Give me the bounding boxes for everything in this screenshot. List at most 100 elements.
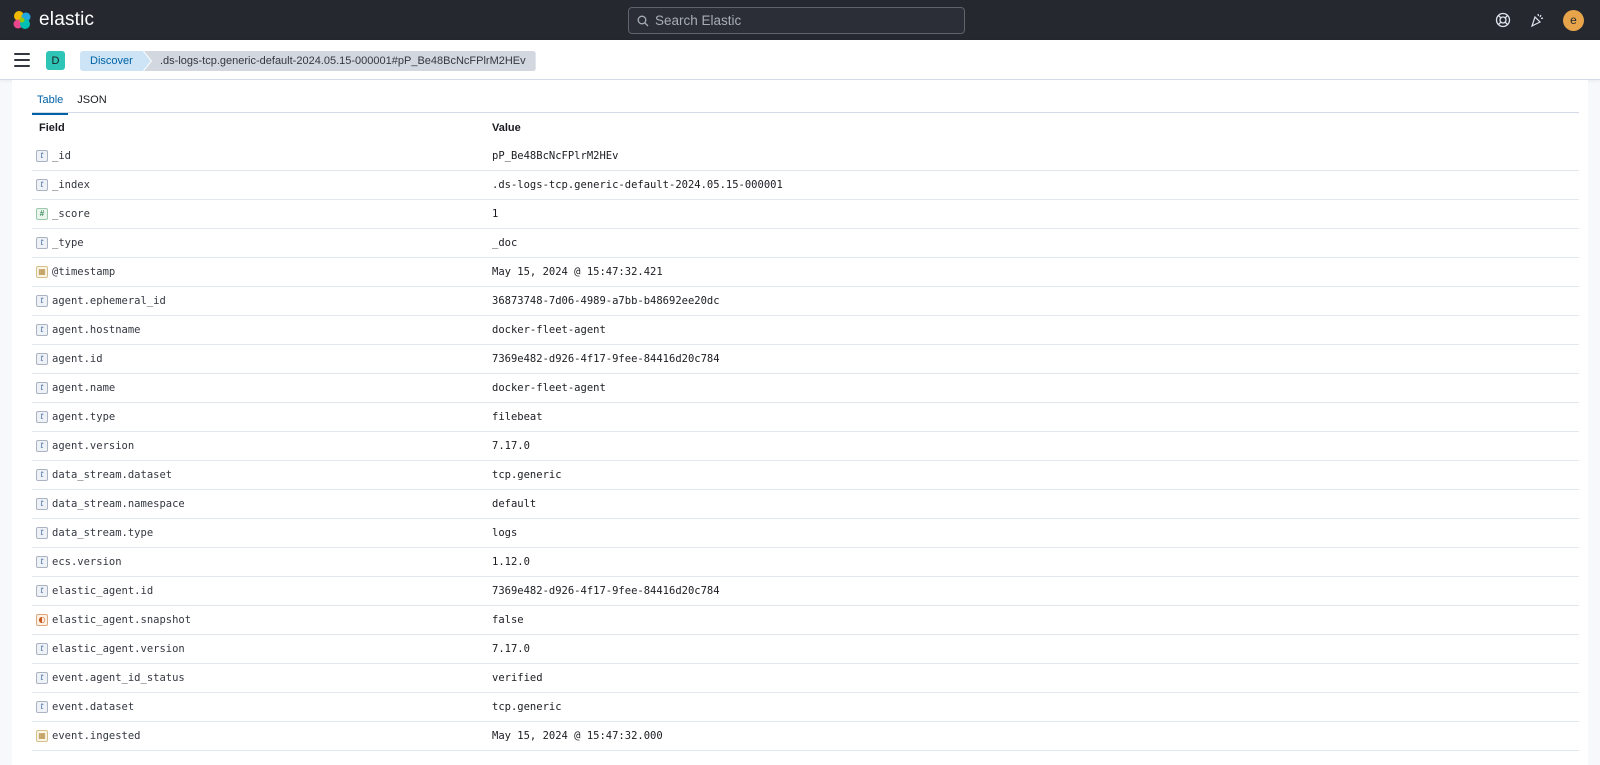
table-row[interactable]: t agent.version 7.17.0 [32,432,1579,461]
table-row[interactable]: t agent.hostname docker-fleet-agent [32,316,1579,345]
table-row[interactable]: ◐ elastic_agent.snapshot false [32,606,1579,635]
tab-table[interactable]: Table [32,88,69,115]
table-row[interactable]: t ecs.version 1.12.0 [32,548,1579,577]
table-row[interactable]: t elastic_agent.id 7369e482-d926-4f17-9fee… [32,577,1579,606]
field-value: 1.12.0 [492,556,530,568]
string-type-icon: t [36,324,48,336]
field-cell: t _index [32,179,492,191]
elastic-logo[interactable]: elastic [11,9,94,31]
table-row[interactable]: t agent.type filebeat [32,403,1579,432]
hamburger-menu-icon[interactable] [14,53,30,67]
field-value: 7.17.0 [492,643,530,655]
table-row[interactable]: t event.agent_id_status verified [32,664,1579,693]
table-row[interactable]: t _type _doc [32,229,1579,258]
field-name: _type [52,237,84,249]
table-row[interactable]: t data_stream.type logs [32,519,1579,548]
newsfeed-icon[interactable] [1527,10,1547,30]
tab-json[interactable]: JSON [72,88,111,115]
string-type-icon: t [36,353,48,365]
field-cell: t event.dataset [32,701,492,713]
field-value: _doc [492,237,518,249]
search-box[interactable] [628,7,965,34]
string-type-icon: t [36,411,48,423]
field-name: _id [52,150,71,162]
field-cell: t data_stream.dataset [32,469,492,481]
field-name: agent.version [52,440,135,452]
search-icon [637,15,649,26]
table-row[interactable]: # _score 1 [32,200,1579,229]
field-cell: t agent.version [32,440,492,452]
field-name: event.agent_id_status [52,672,185,684]
field-value: tcp.generic [492,469,562,481]
string-type-icon: t [36,672,48,684]
date-type-icon: ▦ [36,266,48,278]
string-type-icon: t [36,295,48,307]
field-value: default [492,498,537,510]
string-type-icon: t [36,498,48,510]
field-value: May 15, 2024 @ 15:47:32.000 [492,730,663,742]
table-row[interactable]: t agent.ephemeral_id 36873748-7d06-4989-a7… [32,287,1579,316]
field-value: 7369e482-d926-4f17-9fee-84416d20c784 [492,585,720,597]
field-cell: ▦ @timestamp [32,266,492,278]
top-header: elastic e [0,0,1600,40]
field-name: agent.type [52,411,116,423]
table-row[interactable]: t data_stream.dataset tcp.generic [32,461,1579,490]
table-row[interactable]: t agent.name docker-fleet-agent [32,374,1579,403]
field-name: data_stream.namespace [52,498,185,510]
field-value: 7.17.0 [492,440,530,452]
field-name: event.ingested [52,730,141,742]
view-tabs: Table JSON [32,88,116,115]
field-name: agent.ephemeral_id [52,295,166,307]
column-header-field: Field [39,121,65,134]
logo-text: elastic [39,9,95,30]
field-value: false [492,614,524,626]
string-type-icon: t [36,150,48,162]
boolean-type-icon: ◐ [36,614,48,626]
field-name: elastic_agent.id [52,585,154,597]
help-icon[interactable] [1493,10,1513,30]
field-value: May 15, 2024 @ 15:47:32.421 [492,266,663,278]
field-name: agent.hostname [52,324,141,336]
field-value: logs [492,527,518,539]
table-row[interactable]: t data_stream.namespace default [32,490,1579,519]
table-body: t _id pP_Be48BcNcFPlrM2HEv t _index .ds-logs-… [32,142,1579,751]
string-type-icon: t [36,469,48,481]
field-cell: ▦ event.ingested [32,730,492,742]
field-name: ecs.version [52,556,122,568]
table-header: Field Value [32,113,1579,142]
field-value: tcp.generic [492,701,562,713]
document-panel: Table JSON Field Value t _id pP_Be48BcNcFP… [12,80,1588,765]
string-type-icon: t [36,179,48,191]
field-value: docker-fleet-agent [492,324,606,336]
breadcrumb-discover[interactable]: Discover [80,51,151,71]
field-cell: t _id [32,150,492,162]
table-row[interactable]: t _id pP_Be48BcNcFPlrM2HEv [32,142,1579,171]
field-name: agent.name [52,382,116,394]
search-input[interactable] [655,13,955,28]
table-row[interactable]: ▦ @timestamp May 15, 2024 @ 15:47:32.421 [32,258,1579,287]
field-cell: t agent.id [32,353,492,365]
table-row[interactable]: t elastic_agent.version 7.17.0 [32,635,1579,664]
user-avatar[interactable]: e [1563,9,1584,31]
field-name: _index [52,179,90,191]
field-cell: # _score [32,208,492,220]
breadcrumb-document: .ds-logs-tcp.generic-default-2024.05.15-… [144,51,536,71]
date-type-icon: ▦ [36,730,48,742]
document-table: Field Value t _id pP_Be48BcNcFPlrM2HEv t _in… [32,113,1579,751]
field-name: @timestamp [52,266,116,278]
string-type-icon: t [36,382,48,394]
field-cell: t data_stream.namespace [32,498,492,510]
space-avatar[interactable]: D [46,51,65,70]
field-cell: ◐ elastic_agent.snapshot [32,614,492,626]
table-row[interactable]: ▦ event.ingested May 15, 2024 @ 15:47:32.0… [32,722,1579,751]
field-value: verified [492,672,543,684]
table-row[interactable]: t event.dataset tcp.generic [32,693,1579,722]
string-type-icon: t [36,237,48,249]
field-cell: t ecs.version [32,556,492,568]
table-row[interactable]: t _index .ds-logs-tcp.generic-default-2024… [32,171,1579,200]
string-type-icon: t [36,643,48,655]
breadcrumb-bar: D Discover .ds-logs-tcp.generic-default-… [0,40,1600,80]
field-cell: t elastic_agent.version [32,643,492,655]
column-header-value: Value [492,121,521,134]
table-row[interactable]: t agent.id 7369e482-d926-4f17-9fee-84416d2… [32,345,1579,374]
